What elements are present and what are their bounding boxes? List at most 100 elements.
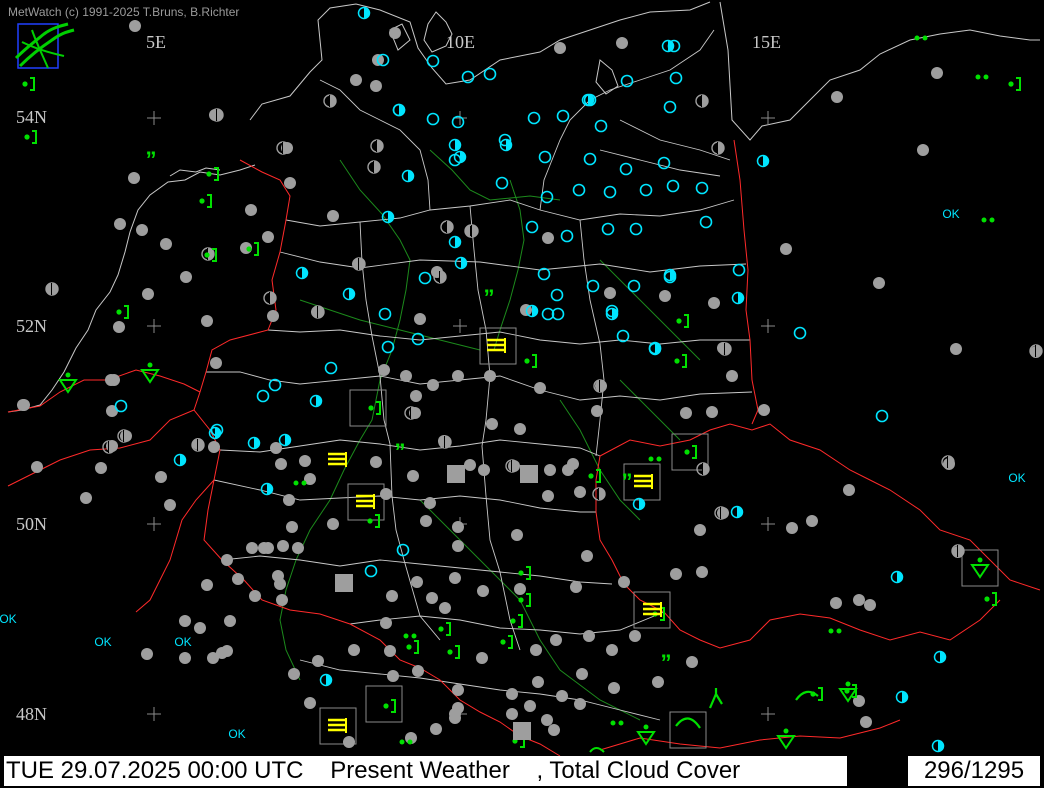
rain-dots-symbol	[981, 217, 987, 223]
coastline-layer	[7, 1, 1040, 413]
overcast-symbol	[616, 37, 628, 49]
copyright-text: MetWatch (c) 1991-2025 T.Bruns, B.Richte…	[8, 5, 240, 19]
drizzle-comma-symbol: ”	[146, 147, 157, 172]
overcast-symbol	[430, 723, 442, 735]
overcast-symbol	[343, 736, 355, 748]
rain-dots-symbol	[914, 35, 920, 41]
overcast-symbol	[179, 615, 191, 627]
clear-sky-symbol	[695, 181, 709, 195]
map-stage: OK OK OK OK OK OK ” ” ” ” ” MetWatch (c) 1991-2025…	[0, 0, 1044, 788]
overcast-symbol	[554, 42, 566, 54]
overcast-symbol	[583, 630, 595, 642]
overcast-symbol	[201, 315, 213, 327]
overcast-symbol	[232, 573, 244, 585]
drizzle-symbol	[199, 198, 205, 204]
clear-sky-symbol	[586, 279, 600, 293]
overcast-symbol	[283, 494, 295, 506]
weather-map[interactable]: OK OK OK OK OK OK ” ” ” ” ”	[0, 0, 1044, 788]
overcast-symbol	[452, 370, 464, 382]
drizzle-symbol	[124, 305, 129, 319]
overcast-symbol	[606, 644, 618, 656]
overcast-symbol	[194, 622, 206, 634]
thunder-symbol	[589, 747, 605, 753]
clear-sky-symbol	[732, 263, 746, 277]
overcast-symbol	[267, 310, 279, 322]
overcast-symbol	[486, 418, 498, 430]
overcast-symbol	[95, 462, 107, 474]
coastline-segment	[249, 1, 711, 121]
shower-symbol	[58, 379, 78, 394]
river-segment	[619, 379, 681, 441]
clear-sky-symbol	[550, 288, 564, 302]
drizzle-symbol	[992, 592, 997, 606]
drizzle-comma-symbol: ”	[484, 285, 495, 310]
missing-data-symbol	[520, 465, 538, 483]
overcast-symbol	[105, 374, 117, 386]
clear-sky-symbol	[572, 183, 586, 197]
overcast-symbol	[780, 243, 792, 255]
drizzle-symbol	[500, 639, 506, 645]
overcast-symbol	[477, 585, 489, 597]
drizzle-symbol	[818, 687, 823, 701]
overcast-symbol	[129, 20, 141, 32]
region-border-segment	[285, 199, 735, 227]
station-highlight-box	[365, 685, 403, 723]
rain-dots-symbol	[836, 628, 842, 634]
drizzle-symbol	[526, 593, 531, 607]
clear-sky-symbol	[627, 279, 641, 293]
overcast-symbol	[411, 576, 423, 588]
person-symbol	[708, 688, 723, 709]
clear-sky-symbol	[426, 54, 440, 68]
drizzle-symbol	[376, 401, 381, 415]
shower-symbol	[977, 557, 983, 563]
ok-text-symbol: OK	[228, 727, 245, 741]
national-border-segment	[595, 455, 601, 512]
overcast-symbol	[659, 290, 671, 302]
clear-sky-symbol	[639, 183, 653, 197]
overcast-symbol	[128, 172, 140, 184]
region-border-segment	[299, 659, 661, 721]
rain-dots-symbol	[399, 739, 405, 745]
overcast-symbol	[574, 486, 586, 498]
longitude-label-10e: 10E	[446, 32, 475, 52]
overcast-symbol	[387, 670, 399, 682]
latitude-label-50n: 50N	[16, 514, 47, 534]
overcast-symbol	[389, 27, 401, 39]
station-symbols-layer[interactable]: OK OK OK OK OK OK ” ” ” ” ”	[0, 6, 1043, 753]
ok-text-symbol: OK	[174, 635, 191, 649]
overcast-symbol	[864, 599, 876, 611]
overcast-symbol	[506, 688, 518, 700]
overcast-symbol	[484, 370, 496, 382]
region-border-segment	[206, 371, 753, 401]
overcast-symbol	[424, 497, 436, 509]
overcast-symbol	[288, 668, 300, 680]
overcast-symbol	[31, 461, 43, 473]
drizzle-symbol	[510, 618, 516, 624]
clear-sky-symbol	[396, 543, 410, 557]
thunder-symbol	[675, 717, 701, 729]
overcast-symbol	[570, 581, 582, 593]
clear-sky-symbol	[426, 112, 440, 126]
drizzle-symbol	[414, 640, 419, 654]
clear-sky-symbol	[699, 215, 713, 229]
shower-symbol	[140, 369, 160, 384]
overcast-symbol	[179, 652, 191, 664]
overcast-symbol	[18, 399, 30, 411]
shower-symbol	[783, 728, 789, 734]
overcast-symbol	[534, 382, 546, 394]
latitude-label-48n: 48N	[16, 704, 47, 724]
overcast-symbol	[452, 521, 464, 533]
overcast-symbol	[670, 568, 682, 580]
overcast-symbol	[160, 238, 172, 250]
overcast-symbol	[113, 321, 125, 333]
rain-dots-symbol	[975, 74, 981, 80]
drizzle-symbol	[588, 473, 594, 479]
overcast-symbol	[449, 712, 461, 724]
frame-counter[interactable]: 296/1295	[908, 756, 1040, 786]
overcast-symbol	[246, 542, 258, 554]
overcast-symbol	[80, 492, 92, 504]
overcast-symbol	[576, 668, 588, 680]
overcast-symbol	[680, 407, 692, 419]
overcast-symbol	[530, 644, 542, 656]
overcast-symbol	[277, 540, 289, 552]
